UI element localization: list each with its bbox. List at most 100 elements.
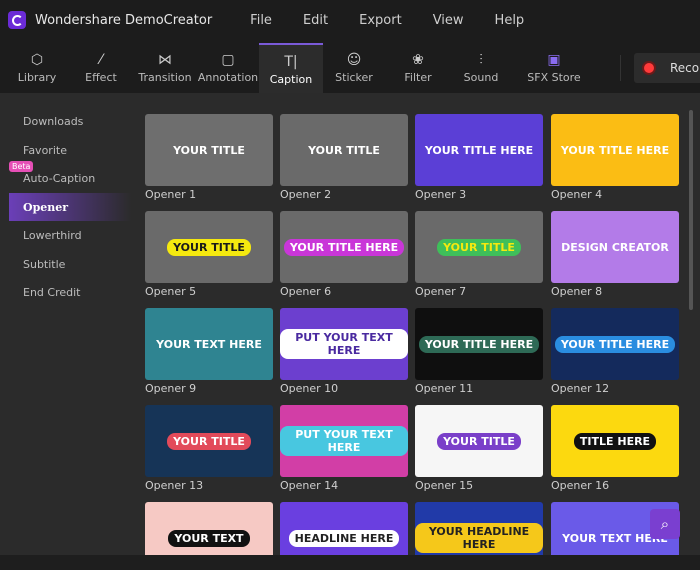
transition-icon: ⋈ bbox=[158, 52, 172, 68]
title-bar: Wondershare DemoCreator File Edit Export… bbox=[0, 0, 700, 40]
template-card[interactable]: YOUR TITLE Opener 7 bbox=[415, 211, 543, 298]
template-card[interactable]: YOUR TITLE HERE Opener 6 bbox=[280, 211, 408, 298]
thumbnail-text: YOUR TITLE HERE bbox=[554, 335, 676, 353]
thumbnail-text: YOUR HEADLINE HERE bbox=[415, 523, 543, 553]
template-thumbnail[interactable]: YOUR TITLE bbox=[280, 114, 408, 186]
thumbnail-text: YOUR TITLE bbox=[167, 238, 251, 256]
tool-effect[interactable]: ⁄ Effect bbox=[69, 43, 133, 93]
template-card[interactable]: YOUR TITLE HERE Opener 11 bbox=[415, 308, 543, 395]
template-label: Opener 8 bbox=[551, 285, 603, 298]
template-card[interactable]: DESIGN CREATOR Opener 8 bbox=[551, 211, 679, 298]
tool-label: Sticker bbox=[335, 71, 373, 84]
template-thumbnail[interactable]: YOUR TEXT HERE bbox=[145, 308, 273, 380]
menu-edit[interactable]: Edit bbox=[303, 13, 328, 28]
template-thumbnail[interactable]: HEADLINE HERE bbox=[280, 502, 408, 555]
template-label: Opener 3 bbox=[415, 188, 467, 201]
tool-label: SFX Store bbox=[527, 71, 581, 84]
template-card[interactable]: TITLE HERE Opener 16 bbox=[551, 405, 679, 492]
template-label: Opener 9 bbox=[145, 382, 197, 395]
template-thumbnail[interactable]: YOUR TITLE bbox=[145, 114, 273, 186]
smiley-icon: ☺ bbox=[346, 52, 362, 68]
scrollbar[interactable] bbox=[689, 110, 693, 310]
template-thumbnail[interactable]: DESIGN CREATOR bbox=[551, 211, 679, 283]
template-card[interactable]: YOUR TITLE HERE Opener 3 bbox=[415, 114, 543, 201]
template-thumbnail[interactable]: YOUR TITLE bbox=[145, 211, 273, 283]
template-card[interactable]: YOUR TITLE HERE Opener 4 bbox=[551, 114, 679, 201]
template-label: Opener 7 bbox=[415, 285, 467, 298]
tool-label: Caption bbox=[269, 73, 313, 86]
sidebar-item-lowerthird[interactable]: Lowerthird bbox=[9, 221, 131, 249]
sidebar-item-favorite[interactable]: Favorite bbox=[9, 136, 131, 164]
menu-bar: File Edit Export View Help bbox=[250, 13, 555, 28]
cube-icon: ⬡ bbox=[30, 52, 44, 68]
tool-sticker[interactable]: ☺ Sticker bbox=[322, 43, 386, 93]
template-thumbnail[interactable]: YOUR HEADLINE HERE bbox=[415, 502, 543, 555]
thumbnail-text: PUT YOUR TEXT HERE bbox=[280, 329, 408, 359]
template-thumbnail[interactable]: YOUR TITLE bbox=[415, 405, 543, 477]
template-card[interactable]: HEADLINE HERE bbox=[280, 502, 408, 555]
template-thumbnail[interactable]: YOUR TITLE HERE bbox=[415, 308, 543, 380]
tool-caption[interactable]: T| Caption bbox=[259, 43, 323, 93]
category-sidebar: Downloads Favorite Auto-Caption Opener Lower… bbox=[0, 93, 136, 570]
template-grid: YOUR TITLE Opener 1 YOUR TITLE Opener 2 YOUR… bbox=[136, 93, 700, 555]
thumbnail-text: YOUR TITLE bbox=[308, 143, 380, 157]
template-thumbnail[interactable]: YOUR TITLE bbox=[145, 405, 273, 477]
thumbnail-text: YOUR TITLE bbox=[437, 432, 521, 450]
template-thumbnail[interactable]: TITLE HERE bbox=[551, 405, 679, 477]
template-card[interactable]: YOUR TITLE Opener 13 bbox=[145, 405, 273, 492]
template-thumbnail[interactable]: PUT YOUR TEXT HERE bbox=[280, 405, 408, 477]
filter-icon: ❀ bbox=[412, 52, 424, 68]
template-thumbnail[interactable]: YOUR TITLE HERE bbox=[280, 211, 408, 283]
template-label: Opener 11 bbox=[415, 382, 474, 395]
template-card[interactable]: YOUR TEXT HERE Opener 9 bbox=[145, 308, 273, 395]
template-label: Opener 13 bbox=[145, 479, 204, 492]
thumbnail-text: PUT YOUR TEXT HERE bbox=[280, 426, 408, 456]
store-icon: ▣ bbox=[547, 52, 561, 68]
template-thumbnail[interactable]: YOUR TITLE HERE bbox=[415, 114, 543, 186]
template-card[interactable]: PUT YOUR TEXT HERE Opener 14 bbox=[280, 405, 408, 492]
tool-label: Transition bbox=[138, 71, 192, 84]
text-icon: T| bbox=[284, 54, 298, 70]
template-thumbnail[interactable]: YOUR TITLE HERE bbox=[551, 114, 679, 186]
menu-file[interactable]: File bbox=[250, 13, 272, 28]
template-card[interactable]: YOUR TITLE HERE Opener 12 bbox=[551, 308, 679, 395]
template-label: Opener 16 bbox=[551, 479, 610, 492]
menu-export[interactable]: Export bbox=[359, 13, 402, 28]
divider bbox=[620, 55, 621, 81]
tool-sfx-store[interactable]: ▣ SFX Store bbox=[522, 43, 586, 93]
tool-library[interactable]: ⬡ Library bbox=[5, 43, 69, 93]
template-card[interactable]: YOUR TITLE Opener 2 bbox=[280, 114, 408, 201]
thumbnail-text: YOUR TITLE bbox=[437, 238, 521, 256]
template-card[interactable]: YOUR HEADLINE HERE bbox=[415, 502, 543, 555]
tool-annotation[interactable]: ▢ Annotation bbox=[196, 43, 260, 93]
template-thumbnail[interactable]: YOUR TEXT bbox=[145, 502, 273, 555]
template-thumbnail[interactable]: YOUR TITLE bbox=[415, 211, 543, 283]
tool-sound[interactable]: ⫶ Sound bbox=[449, 43, 513, 93]
sidebar-item-opener[interactable]: Opener bbox=[9, 192, 131, 221]
menu-view[interactable]: View bbox=[433, 13, 464, 28]
template-label: Opener 10 bbox=[280, 382, 339, 395]
template-thumbnail[interactable]: PUT YOUR TEXT HERE bbox=[280, 308, 408, 380]
template-label: Opener 12 bbox=[551, 382, 610, 395]
thumbnail-text: YOUR TITLE HERE bbox=[560, 143, 670, 157]
sidebar-item-downloads[interactable]: Downloads bbox=[9, 107, 131, 135]
template-thumbnail[interactable]: YOUR TITLE HERE bbox=[551, 308, 679, 380]
sidebar-item-end-credit[interactable]: End Credit bbox=[9, 278, 131, 306]
template-card[interactable]: YOUR TITLE Opener 15 bbox=[415, 405, 543, 492]
template-label: Opener 5 bbox=[145, 285, 197, 298]
tool-transition[interactable]: ⋈ Transition bbox=[133, 43, 197, 93]
template-label: Opener 6 bbox=[280, 285, 332, 298]
tool-filter[interactable]: ❀ Filter bbox=[386, 43, 450, 93]
search-button[interactable]: ⌕ bbox=[650, 509, 680, 539]
template-label: Opener 4 bbox=[551, 188, 603, 201]
record-button[interactable]: Record bbox=[634, 53, 700, 83]
thumbnail-text: HEADLINE HERE bbox=[288, 529, 400, 547]
template-card[interactable]: YOUR TITLE Opener 1 bbox=[145, 114, 273, 201]
template-card[interactable]: YOUR TITLE Opener 5 bbox=[145, 211, 273, 298]
sidebar-item-subtitle[interactable]: Subtitle bbox=[9, 250, 131, 278]
template-card[interactable]: PUT YOUR TEXT HERE Opener 10 bbox=[280, 308, 408, 395]
template-card[interactable]: YOUR TEXT bbox=[145, 502, 273, 555]
menu-help[interactable]: Help bbox=[495, 13, 525, 28]
magic-wand-icon: ⁄ bbox=[99, 52, 103, 68]
beta-badge: Beta bbox=[9, 161, 34, 172]
